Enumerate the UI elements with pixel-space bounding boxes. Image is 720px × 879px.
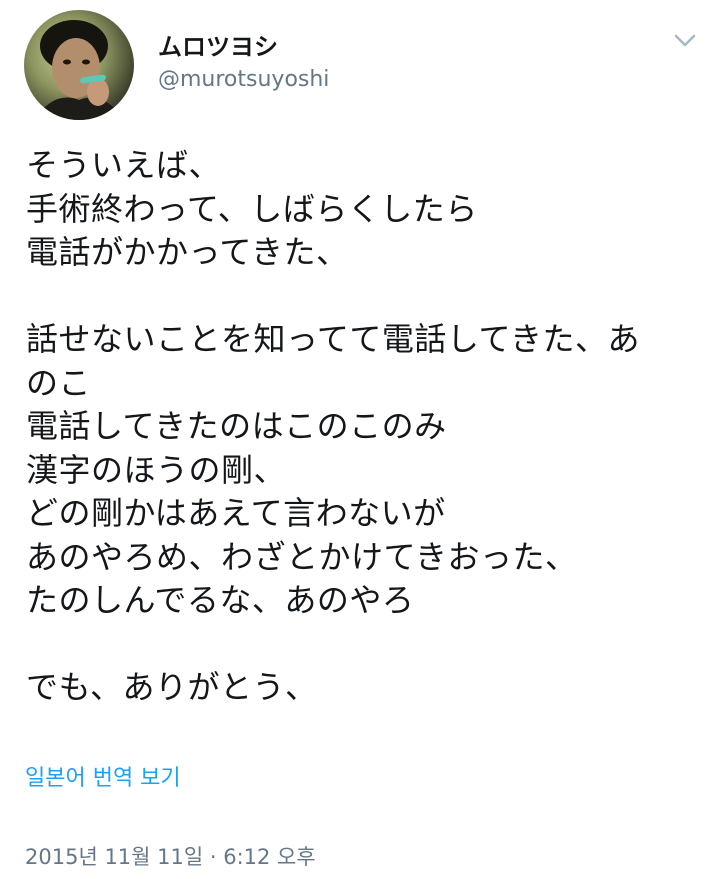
user-handle[interactable]: @murotsuyoshi: [158, 66, 329, 94]
avatar[interactable]: [24, 10, 134, 120]
tweet-line: そういえば、: [26, 146, 222, 184]
tweet-line: どの剛かはあえて言わないが: [26, 494, 446, 532]
tweet-line: [26, 275, 696, 319]
tweet-timestamp[interactable]: 2015년 11월 11일 · 6:12 오후: [25, 843, 316, 871]
tweet-line: あのやろめ、わざとかけてきおった、: [26, 537, 578, 576]
display-name[interactable]: ムロツヨシ: [158, 32, 278, 62]
tweet-line: 電話がかかってきた、: [26, 233, 349, 271]
translate-link[interactable]: 일본어 번역 보기: [25, 764, 181, 794]
tweet-line: のこ: [26, 363, 92, 402]
tweet-line: [26, 623, 696, 667]
tweet-line: 電話してきたのはこのこのみ: [26, 407, 447, 445]
tweet-line: 手術終わって、しばらくしたら: [26, 189, 478, 228]
tweet-line: 漢字のほうの剛、: [26, 450, 287, 489]
tweet-line: たのしんでるな、あのやろ: [26, 581, 415, 619]
tweet-menu-button[interactable]: [668, 24, 702, 58]
profile-photo: [34, 20, 124, 120]
tweet-line: でも、ありがとう、: [26, 668, 318, 706]
tweet-text: そういえば、 手術終わって、しばらくしたら 電話がかかってきた、 話せないことを…: [26, 144, 696, 710]
chevron-down-icon: [674, 34, 696, 47]
tweet-line: 話せないことを知ってて電話してきた、あ: [26, 320, 640, 358]
